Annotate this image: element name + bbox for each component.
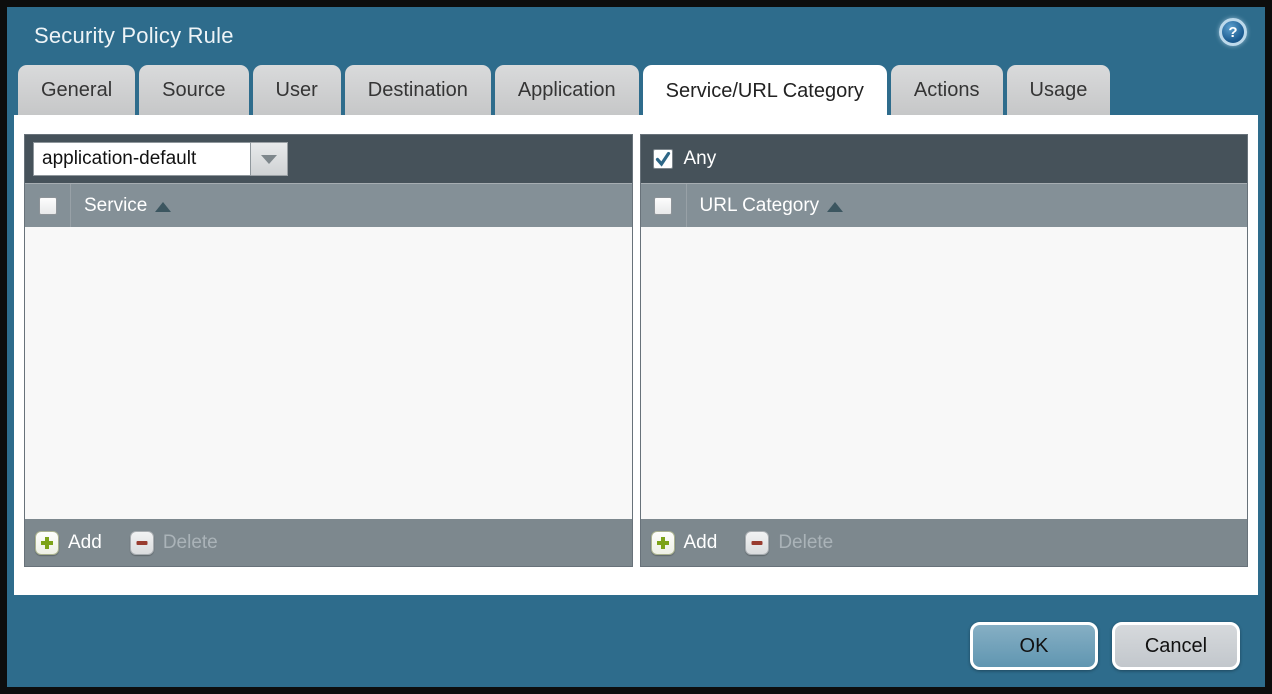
sort-ascending-icon (827, 202, 843, 212)
service-column-header-row: Service (25, 183, 632, 227)
dialog-titlebar: Security Policy Rule ? (7, 7, 1265, 65)
tab-general[interactable]: General (18, 65, 135, 115)
url-category-column-label[interactable]: URL Category (700, 195, 820, 217)
check-mark-icon (655, 151, 671, 167)
url-category-select-all-checkbox[interactable] (654, 197, 672, 215)
minus-icon (130, 531, 154, 555)
tab-user[interactable]: User (253, 65, 341, 115)
service-delete-button[interactable]: Delete (130, 531, 218, 555)
url-category-delete-label: Delete (778, 532, 833, 554)
url-category-toolbar: Any (641, 135, 1248, 183)
help-icon[interactable]: ? (1219, 18, 1247, 46)
url-category-column-label-wrap[interactable]: URL Category (687, 184, 844, 227)
url-category-select-all-cell (641, 184, 687, 227)
service-add-label: Add (68, 532, 102, 554)
url-category-panel: Any URL Category Add (640, 134, 1249, 567)
chevron-down-glyph (261, 155, 277, 164)
service-type-dropdown[interactable] (33, 142, 288, 176)
dialog-title: Security Policy Rule (34, 23, 234, 49)
url-category-add-label: Add (684, 532, 718, 554)
tab-usage[interactable]: Usage (1007, 65, 1111, 115)
sort-ascending-icon (155, 202, 171, 212)
tab-source[interactable]: Source (139, 65, 248, 115)
service-delete-label: Delete (163, 532, 218, 554)
service-panel: Service Add Delete (24, 134, 633, 567)
service-add-button[interactable]: Add (35, 531, 102, 555)
plus-icon (651, 531, 675, 555)
cancel-button[interactable]: Cancel (1112, 622, 1240, 670)
tab-bar: General Source User Destination Applicat… (18, 65, 1110, 115)
url-category-add-button[interactable]: Add (651, 531, 718, 555)
service-select-all-checkbox[interactable] (39, 197, 57, 215)
url-category-list-body[interactable] (641, 227, 1248, 519)
url-category-column-header-row: URL Category (641, 183, 1248, 227)
service-column-label[interactable]: Service (84, 195, 147, 217)
security-policy-rule-dialog: Security Policy Rule ? General Source Us… (0, 0, 1272, 694)
tab-application[interactable]: Application (495, 65, 639, 115)
service-toolbar (25, 135, 632, 183)
service-footer-toolbar: Add Delete (25, 519, 632, 566)
tab-destination[interactable]: Destination (345, 65, 491, 115)
tab-content: Service Add Delete (14, 115, 1258, 595)
service-select-all-cell (25, 184, 71, 227)
any-label: Any (684, 148, 717, 170)
ok-button[interactable]: OK (970, 622, 1098, 670)
tab-actions[interactable]: Actions (891, 65, 1003, 115)
tab-service-url-category[interactable]: Service/URL Category (643, 65, 887, 117)
plus-icon (35, 531, 59, 555)
service-type-dropdown-input[interactable] (33, 142, 251, 176)
url-category-footer-toolbar: Add Delete (641, 519, 1248, 566)
service-list-body[interactable] (25, 227, 632, 519)
url-category-any-row: Any (649, 148, 717, 170)
chevron-down-icon[interactable] (251, 142, 288, 176)
minus-icon (745, 531, 769, 555)
any-checkbox[interactable] (653, 149, 673, 169)
service-column-label-wrap[interactable]: Service (71, 184, 171, 227)
dialog-footer: OK Cancel (970, 622, 1240, 670)
url-category-delete-button[interactable]: Delete (745, 531, 833, 555)
